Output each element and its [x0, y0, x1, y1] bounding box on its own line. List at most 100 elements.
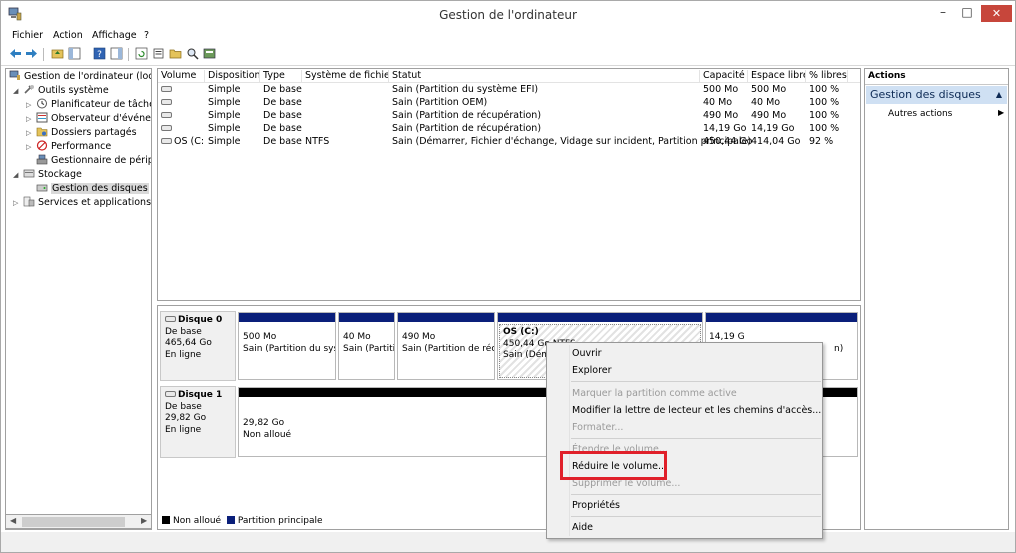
context-menu-gutter	[569, 345, 570, 536]
search-volume-icon[interactable]	[186, 47, 199, 60]
menu-item-change-drive-letter[interactable]: Modifier la lettre de lecteur et les che…	[572, 405, 821, 416]
tree-label: Gestionnaire de périphériques	[51, 155, 151, 166]
expand-triangle-icon[interactable]: ▷	[26, 99, 36, 112]
expand-triangle-icon[interactable]: ▷	[26, 113, 36, 126]
column-header-status[interactable]: Statut	[389, 70, 700, 83]
volume-cell	[158, 97, 205, 108]
type-cell: De base	[263, 84, 302, 95]
partition-recovery[interactable]: 490 Mo Sain (Partition de récu	[397, 312, 495, 380]
filesystem-cell: NTFS	[305, 136, 330, 147]
column-header-volume[interactable]: Volume	[158, 70, 205, 83]
menu-separator	[571, 516, 821, 517]
disk-1-name: Disque 1	[165, 390, 231, 402]
percent-free-cell: 92 %	[809, 136, 834, 147]
tree-item-system-tools[interactable]: ◢ Outils système	[13, 84, 109, 97]
show-hide-tree-icon[interactable]	[68, 47, 81, 60]
primary-partition-bar	[398, 313, 494, 322]
refresh-icon[interactable]	[135, 47, 148, 60]
disk-0-name: Disque 0	[165, 315, 231, 327]
table-row[interactable]: OS (C:) Simple De base NTFS Sain (Démarr…	[158, 136, 860, 149]
submenu-arrow-icon[interactable]: ▶	[998, 108, 1004, 117]
column-header-type[interactable]: Type	[260, 70, 302, 83]
collapse-triangle-icon[interactable]: ◢	[13, 85, 23, 98]
menu-help[interactable]: ?	[144, 30, 149, 41]
more-actions-link[interactable]: Autres actions	[888, 109, 952, 119]
expand-triangle-icon[interactable]: ▷	[26, 141, 36, 154]
scroll-right-icon[interactable]: ▶	[141, 516, 147, 525]
menu-item-explore[interactable]: Explorer	[572, 365, 612, 376]
properties-icon[interactable]	[152, 47, 165, 60]
tree-horizontal-scrollbar[interactable]: ◀ ▶	[5, 514, 152, 529]
table-row[interactable]: Simple De base Sain (Partition de récupé…	[158, 123, 860, 136]
tree-item-storage[interactable]: ◢ Stockage	[13, 168, 82, 181]
actions-section-disk-management[interactable]: Gestion des disques ▲	[866, 86, 1007, 104]
minimize-button[interactable]: –	[935, 5, 951, 21]
expand-triangle-icon[interactable]: ▷	[26, 127, 36, 140]
tree-item-event-viewer[interactable]: ▷ Observateur d'événements	[26, 112, 151, 126]
back-arrow-icon[interactable]	[9, 47, 22, 60]
tree-item-shared-folders[interactable]: ▷ Dossiers partagés	[26, 126, 137, 139]
partition-oem[interactable]: 40 Mo Sain (Partiti	[338, 312, 395, 380]
tree-item-device-manager[interactable]: Gestionnaire de périphériques	[36, 154, 151, 167]
disk-settings-icon[interactable]	[203, 47, 216, 60]
capacity-cell: 14,19 Go	[703, 123, 747, 134]
type-cell: De base	[263, 97, 302, 108]
column-header-capacity[interactable]: Capacité	[700, 70, 748, 83]
menu-item-open[interactable]: Ouvrir	[572, 348, 602, 359]
layout-cell: Simple	[208, 97, 241, 108]
tree-item-task-scheduler[interactable]: ▷ Planificateur de tâches	[26, 98, 151, 112]
tree-item-services-applications[interactable]: ▷ Services et applications	[13, 196, 151, 209]
scroll-left-icon[interactable]: ◀	[10, 516, 16, 525]
disk-1-label[interactable]: Disque 1 De base 29,82 Go En ligne	[160, 386, 236, 458]
tree-label: Gestion des disques	[51, 183, 149, 194]
volume-cell: OS (C:)	[158, 136, 205, 147]
scrollbar-thumb[interactable]	[22, 517, 125, 527]
menu-item-properties[interactable]: Propriétés	[572, 500, 620, 511]
tree-item-computer-management[interactable]: Gestion de l'ordinateur (local)	[9, 70, 151, 83]
maximize-button[interactable]: □	[959, 5, 975, 21]
disk-0-label[interactable]: Disque 0 De base 465,64 Go En ligne	[160, 311, 236, 381]
show-hide-action-pane-icon[interactable]	[110, 47, 123, 60]
table-row[interactable]: Simple De base Sain (Partition de récupé…	[158, 110, 860, 123]
window-title: Gestion de l'ordinateur	[439, 8, 577, 22]
column-header-layout[interactable]: Disposition	[205, 70, 260, 83]
collapse-up-icon[interactable]: ▲	[996, 90, 1002, 99]
partition-efi[interactable]: 500 Mo Sain (Partition du syst	[238, 312, 336, 380]
expand-triangle-icon[interactable]: ▷	[13, 197, 23, 210]
toolbar: ?	[1, 44, 1015, 66]
tree-label: Dossiers partagés	[51, 127, 137, 138]
status-bar	[1, 532, 1015, 552]
primary-partition-bar	[706, 313, 857, 322]
tree-item-performance[interactable]: ▷ Performance	[26, 140, 111, 153]
column-header-percent-free[interactable]: % libres	[806, 70, 848, 83]
computer-management-window: Gestion de l'ordinateur – □ ✕ Fichier Ac…	[0, 0, 1016, 553]
volume-list-header: Volume Disposition Type Système de fichi…	[158, 69, 860, 83]
toolbar-separator	[43, 48, 44, 61]
forward-arrow-icon[interactable]	[25, 47, 38, 60]
collapse-triangle-icon[interactable]: ◢	[13, 169, 23, 182]
menu-item-help[interactable]: Aide	[572, 522, 593, 533]
table-row[interactable]: Simple De base Sain (Partition OEM) 40 M…	[158, 97, 860, 110]
column-header-filesystem[interactable]: Système de fichiers	[302, 70, 389, 83]
menu-affichage[interactable]: Affichage	[92, 30, 137, 41]
column-header-free-space[interactable]: Espace libre	[748, 70, 806, 83]
disk-0-state: En ligne	[165, 349, 202, 360]
help-icon[interactable]: ?	[93, 47, 106, 60]
title-bar: Gestion de l'ordinateur – □ ✕	[1, 1, 1015, 28]
performance-icon	[36, 140, 48, 151]
menu-fichier[interactable]: Fichier	[12, 30, 43, 41]
menu-separator	[571, 438, 821, 439]
close-button[interactable]: ✕	[981, 5, 1012, 22]
volume-cell	[158, 110, 205, 121]
tree-label: Observateur d'événements	[51, 113, 151, 124]
up-folder-icon[interactable]	[51, 47, 64, 60]
layout-cell: Simple	[208, 84, 241, 95]
shared-folder-icon	[36, 127, 48, 137]
open-folder-icon[interactable]	[169, 47, 182, 60]
disk-legend: Non alloué Partition principale	[162, 516, 323, 526]
partition-text: 29,82 Go Non alloué	[243, 418, 292, 440]
menu-action[interactable]: Action	[53, 30, 83, 41]
actions-header: Actions	[865, 69, 1008, 85]
tree-item-disk-management[interactable]: Gestion des disques	[36, 182, 149, 195]
table-row[interactable]: Simple De base Sain (Partition du systèm…	[158, 84, 860, 97]
